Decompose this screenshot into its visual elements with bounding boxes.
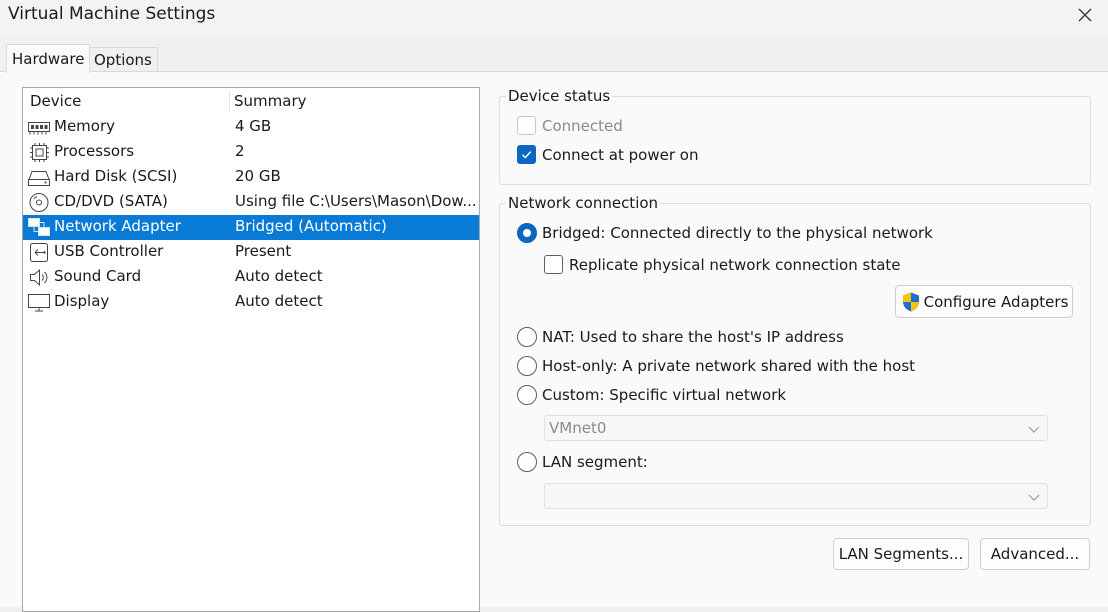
custom-network-value: VMnet0	[549, 419, 607, 437]
host-only-radio-row[interactable]: Host-only: A private network shared with…	[517, 356, 915, 376]
device-column-header[interactable]: Device	[30, 92, 81, 110]
connect-at-power-on-checkbox[interactable]	[517, 145, 536, 164]
tab-options[interactable]: Options	[88, 47, 158, 73]
device-summary: Present	[235, 242, 292, 260]
tab-hardware[interactable]: Hardware	[6, 44, 91, 73]
custom-radio[interactable]	[517, 385, 537, 405]
lan-segment-select[interactable]	[544, 483, 1048, 509]
device-status-group: Device status Connected Connect at power…	[499, 87, 1091, 185]
hard-disk-icon	[27, 167, 51, 188]
network-connection-legend: Network connection	[506, 194, 661, 212]
advanced-button[interactable]: Advanced...	[980, 538, 1090, 570]
custom-label: Custom: Specific virtual network	[542, 386, 787, 404]
custom-network-select[interactable]: VMnet0	[544, 415, 1048, 441]
bridged-radio[interactable]	[517, 223, 537, 243]
device-summary: 4 GB	[235, 117, 272, 135]
device-name: Network Adapter	[54, 217, 181, 235]
device-summary: Auto detect	[235, 292, 323, 310]
device-name: Display	[54, 292, 110, 310]
connect-at-power-on-label: Connect at power on	[542, 145, 699, 164]
host-only-label: Host-only: A private network shared with…	[542, 357, 916, 375]
network-connection-group: Network connection Bridged: Connected di…	[499, 194, 1091, 526]
monitor-icon	[27, 292, 51, 313]
replicate-checkbox-row[interactable]: Replicate physical network connection st…	[544, 255, 901, 274]
device-status-legend: Device status	[506, 87, 613, 105]
replicate-label: Replicate physical network connection st…	[569, 255, 901, 274]
device-row-cd-dvd[interactable]: CD/DVD (SATA) Using file C:\Users\Mason\…	[23, 190, 479, 215]
lan-segments-button[interactable]: LAN Segments...	[833, 538, 969, 570]
device-row-usb-controller[interactable]: USB Controller Present	[23, 240, 479, 265]
device-row-memory[interactable]: Memory 4 GB	[23, 115, 479, 140]
nat-radio[interactable]	[517, 327, 537, 347]
device-summary: 20 GB	[235, 167, 281, 185]
uac-shield-icon	[902, 292, 919, 311]
chevron-down-icon	[1028, 494, 1040, 501]
lan-segment-radio[interactable]	[517, 452, 537, 472]
window-title: Virtual Machine Settings	[8, 4, 216, 24]
connected-checkbox[interactable]	[517, 116, 536, 135]
device-list[interactable]: Device Summary Memory 4 GB Processors 2 …	[22, 87, 480, 612]
configure-adapters-label: Configure Adapters	[923, 292, 1069, 311]
nat-label: NAT: Used to share the host's IP address	[542, 328, 844, 346]
device-name: Sound Card	[54, 267, 142, 285]
configure-adapters-button[interactable]: Configure Adapters	[895, 285, 1073, 318]
network-adapter-icon	[27, 217, 51, 238]
device-row-display[interactable]: Display Auto detect	[23, 290, 479, 315]
device-name: Memory	[54, 117, 116, 135]
cd-dvd-icon	[27, 192, 51, 213]
lan-segment-label: LAN segment:	[542, 453, 648, 471]
device-name: CD/DVD (SATA)	[54, 192, 168, 210]
device-row-network-adapter[interactable]: Network Adapter Bridged (Automatic)	[23, 215, 479, 240]
chevron-down-icon	[1028, 426, 1040, 433]
custom-radio-row[interactable]: Custom: Specific virtual network	[517, 385, 786, 405]
usb-icon	[27, 242, 51, 263]
bridged-radio-row[interactable]: Bridged: Connected directly to the physi…	[517, 223, 933, 243]
connected-checkbox-row[interactable]: Connected	[517, 116, 623, 135]
close-button[interactable]	[1062, 0, 1108, 30]
tab-strip: Hardware Options	[0, 44, 1108, 73]
summary-column-header[interactable]: Summary	[234, 92, 307, 110]
speaker-icon	[27, 267, 51, 288]
device-name: USB Controller	[54, 242, 164, 260]
processor-icon	[27, 142, 51, 163]
device-summary: Bridged (Automatic)	[235, 217, 387, 235]
close-icon	[1078, 8, 1092, 22]
device-summary: 2	[235, 142, 245, 160]
replicate-checkbox[interactable]	[544, 255, 563, 274]
connected-label: Connected	[542, 116, 623, 135]
device-row-hard-disk[interactable]: Hard Disk (SCSI) 20 GB	[23, 165, 479, 190]
checkmark-icon	[522, 151, 532, 159]
device-name: Hard Disk (SCSI)	[54, 167, 178, 185]
device-summary: Using file C:\Users\Mason\Dow...	[235, 192, 477, 210]
memory-icon	[27, 117, 51, 138]
device-name: Processors	[54, 142, 135, 160]
device-list-header: Device Summary	[23, 88, 479, 114]
device-row-sound-card[interactable]: Sound Card Auto detect	[23, 265, 479, 290]
connect-at-power-on-row[interactable]: Connect at power on	[517, 145, 698, 164]
host-only-radio[interactable]	[517, 356, 537, 376]
title-bar: Virtual Machine Settings	[0, 0, 1108, 36]
lan-segment-radio-row[interactable]: LAN segment:	[517, 452, 648, 472]
device-summary: Auto detect	[235, 267, 323, 285]
device-row-processors[interactable]: Processors 2	[23, 140, 479, 165]
bridged-label: Bridged: Connected directly to the physi…	[542, 224, 933, 242]
nat-radio-row[interactable]: NAT: Used to share the host's IP address	[517, 327, 844, 347]
column-separator[interactable]	[229, 90, 230, 112]
